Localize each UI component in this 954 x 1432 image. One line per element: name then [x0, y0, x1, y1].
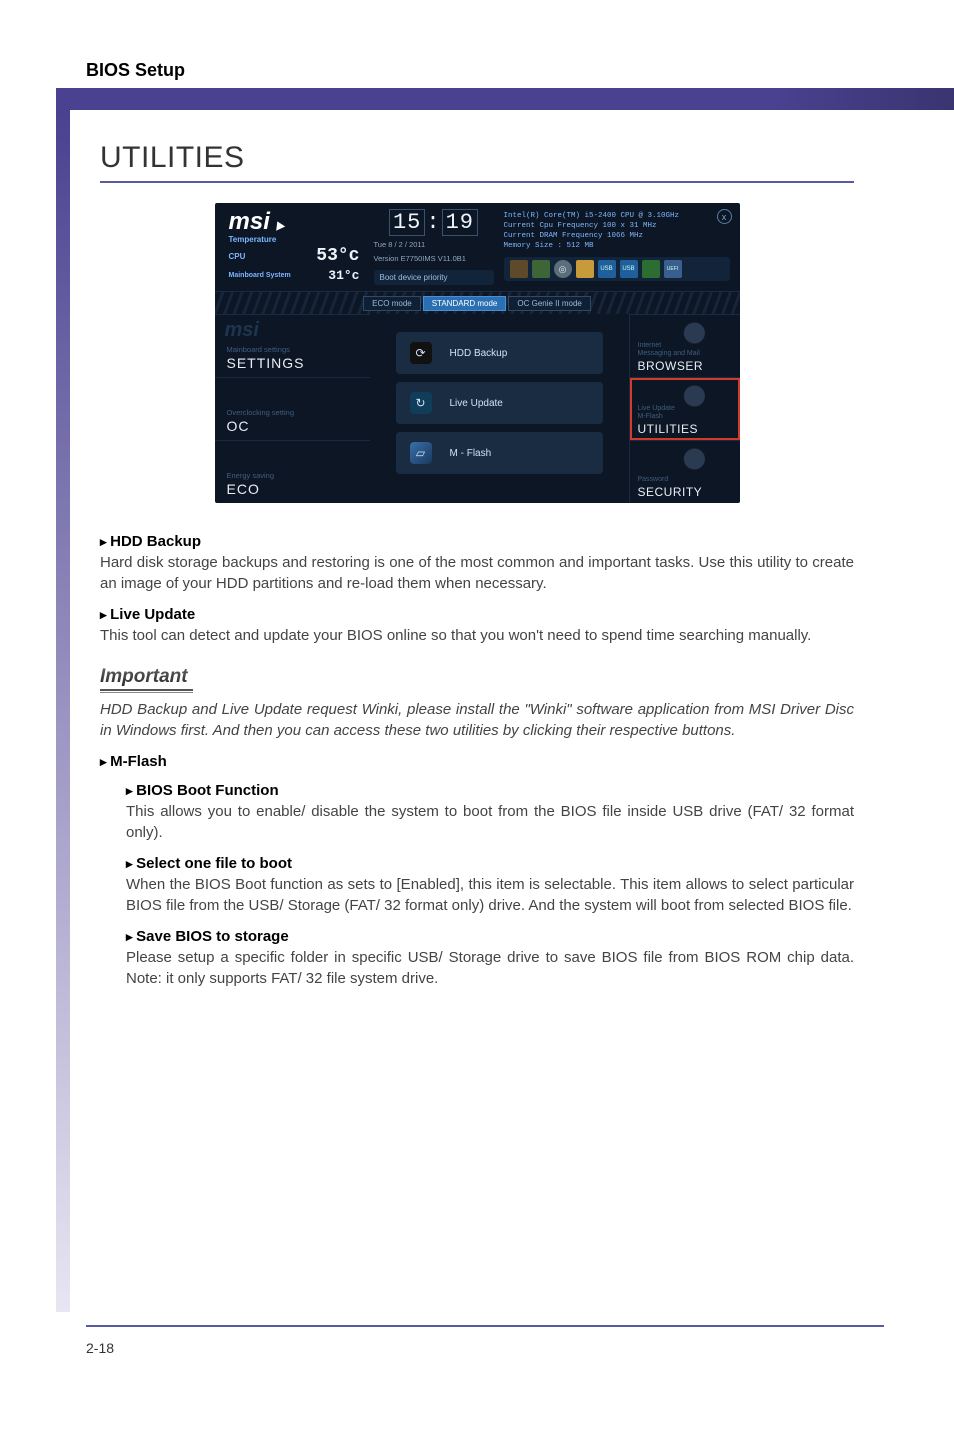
item-mflash-label: M - Flash — [450, 448, 492, 459]
heading-select-one: Select one file to boot — [126, 855, 854, 872]
left-gradient-bar — [56, 110, 70, 1312]
page-title: UTILITIES — [100, 141, 854, 175]
boot-device-chip-icon[interactable] — [642, 260, 660, 278]
version-line: Version E7750IMS V11.0B1 — [374, 253, 494, 264]
heading-live-update: Live Update — [100, 606, 854, 623]
header-strip — [56, 88, 954, 110]
sysinfo-block: Intel(R) Core(TM) i5-2400 CPU @ 3.10GHz … — [498, 203, 740, 291]
item-hdd-backup-label: HDD Backup — [450, 348, 508, 359]
running-header: BIOS Setup — [86, 60, 185, 81]
important-underline2 — [100, 692, 193, 693]
mode-standard[interactable]: STANDARD mode — [423, 296, 507, 311]
brand-block: msi Temperature CPU 53°c Mainboard Syste… — [215, 203, 370, 291]
tile-security-sub: Password — [638, 476, 732, 484]
tile-settings-sub: Mainboard settings — [227, 345, 358, 354]
important-underline — [100, 689, 193, 691]
manual-page: BIOS Setup UTILITIES x msi Temperature C… — [0, 0, 954, 1432]
tile-settings[interactable]: msi Mainboard settings SETTINGS — [215, 314, 370, 377]
boot-device-hdd2-icon[interactable] — [532, 260, 550, 278]
cpu-info-1: Intel(R) Core(TM) i5-2400 CPU @ 3.10GHz — [504, 211, 730, 221]
page-number: 2-18 — [86, 1340, 114, 1356]
clock-hour: 15 — [389, 209, 425, 236]
boot-device-usb1-icon[interactable]: USB — [598, 260, 616, 278]
boot-priority-row[interactable]: Boot device priority — [374, 270, 494, 285]
content-area: UTILITIES x msi Temperature CPU 53°c Mai… — [100, 135, 854, 999]
live-update-icon: ↻ — [410, 392, 432, 414]
tile-security-label: SECURITY — [638, 485, 732, 499]
text-important: HDD Backup and Live Update request Winki… — [100, 699, 854, 741]
tile-eco[interactable]: Energy saving ECO — [215, 440, 370, 503]
text-live-update: This tool can detect and update your BIO… — [100, 625, 854, 646]
tile-utilities-label: UTILITIES — [638, 422, 732, 436]
cpu-info-4: Memory Size : 512 MB — [504, 241, 730, 251]
msi-ghost-logo: msi — [225, 319, 360, 342]
boot-device-cd-icon[interactable]: ◎ — [554, 260, 572, 278]
mode-eco[interactable]: ECO mode — [363, 296, 421, 311]
text-hdd-backup: Hard disk storage backups and restoring … — [100, 552, 854, 594]
tile-oc-label: OC — [227, 418, 358, 434]
date-line: Tue 8 / 2 / 2011 — [374, 239, 494, 250]
boot-device-icons: ◎ USB USB UEFI — [504, 257, 730, 281]
bios-screenshot: x msi Temperature CPU 53°c Mainboard Sys… — [215, 203, 740, 503]
item-hdd-backup[interactable]: ⟳ HDD Backup — [396, 332, 603, 374]
title-underline — [100, 181, 854, 183]
mainboard-label: Mainboard System — [229, 272, 291, 279]
boot-device-hdd-icon[interactable] — [510, 260, 528, 278]
tile-browser[interactable]: Internet Messaging and Mail BROWSER — [630, 314, 740, 377]
hdd-backup-icon: ⟳ — [410, 342, 432, 364]
shot-main: msi Mainboard settings SETTINGS Overcloc… — [215, 314, 740, 503]
mode-strip: ECO mode STANDARD mode OC Genie II mode — [215, 292, 740, 314]
tile-eco-label: ECO — [227, 481, 358, 497]
cpu-temp-value: 53°c — [316, 246, 359, 266]
item-live-update-label: Live Update — [450, 398, 503, 409]
tile-security[interactable]: Password SECURITY — [630, 440, 740, 503]
cpu-info-2: Current Cpu Frequency 100 x 31 MHz — [504, 221, 730, 231]
boot-device-usb2-icon[interactable]: USB — [620, 260, 638, 278]
cursor-icon — [273, 219, 285, 230]
utilities-art-icon — [638, 384, 732, 414]
clock-block: 15:19 Tue 8 / 2 / 2011 Version E7750IMS … — [370, 203, 498, 291]
mainboard-temp-value: 31°c — [328, 268, 359, 283]
important-label: Important — [100, 666, 188, 688]
security-art-icon — [638, 447, 732, 477]
right-nav-tiles: Internet Messaging and Mail BROWSER Live… — [629, 314, 740, 503]
mflash-icon: ▱ — [410, 442, 432, 464]
footer-line — [86, 1325, 884, 1327]
text-select-one: When the BIOS Boot function as sets to [… — [126, 874, 854, 916]
cpu-info-3: Current DRAM Frequency 1066 MHz — [504, 231, 730, 241]
heading-bios-boot: BIOS Boot Function — [126, 782, 854, 799]
tile-browser-label: BROWSER — [638, 359, 732, 373]
center-menu: ⟳ HDD Backup ↻ Live Update ▱ M - Flash — [370, 314, 629, 503]
temperature-label: Temperature — [229, 235, 277, 244]
boot-priority-label: Boot device priority — [380, 273, 448, 282]
clock: 15:19 — [374, 209, 494, 236]
item-live-update[interactable]: ↻ Live Update — [396, 382, 603, 424]
browser-art-icon — [638, 321, 732, 351]
msi-logo: msi — [229, 211, 360, 233]
item-mflash[interactable]: ▱ M - Flash — [396, 432, 603, 474]
boot-device-uefi-icon[interactable]: UEFI — [664, 260, 682, 278]
text-save-bios: Please setup a specific folder in specif… — [126, 947, 854, 989]
heading-mflash: M-Flash — [100, 753, 854, 770]
tile-oc[interactable]: Overclocking setting OC — [215, 377, 370, 440]
heading-save-bios: Save BIOS to storage — [126, 928, 854, 945]
heading-hdd-backup: HDD Backup — [100, 533, 854, 550]
text-bios-boot: This allows you to enable/ disable the s… — [126, 801, 854, 843]
tile-utilities[interactable]: Live Update M-Flash UTILITIES — [630, 377, 740, 440]
boot-device-folder-icon[interactable] — [576, 260, 594, 278]
shot-top-bar: msi Temperature CPU 53°c Mainboard Syste… — [215, 203, 740, 292]
clock-minute: 19 — [442, 209, 478, 236]
tile-oc-sub: Overclocking setting — [227, 408, 358, 417]
close-icon[interactable]: x — [717, 209, 732, 224]
left-nav-tiles: msi Mainboard settings SETTINGS Overcloc… — [215, 314, 370, 503]
tile-eco-sub: Energy saving — [227, 471, 358, 480]
mode-ocgenie[interactable]: OC Genie II mode — [508, 296, 590, 311]
cpu-label: CPU — [229, 252, 246, 261]
tile-settings-label: SETTINGS — [227, 355, 358, 371]
